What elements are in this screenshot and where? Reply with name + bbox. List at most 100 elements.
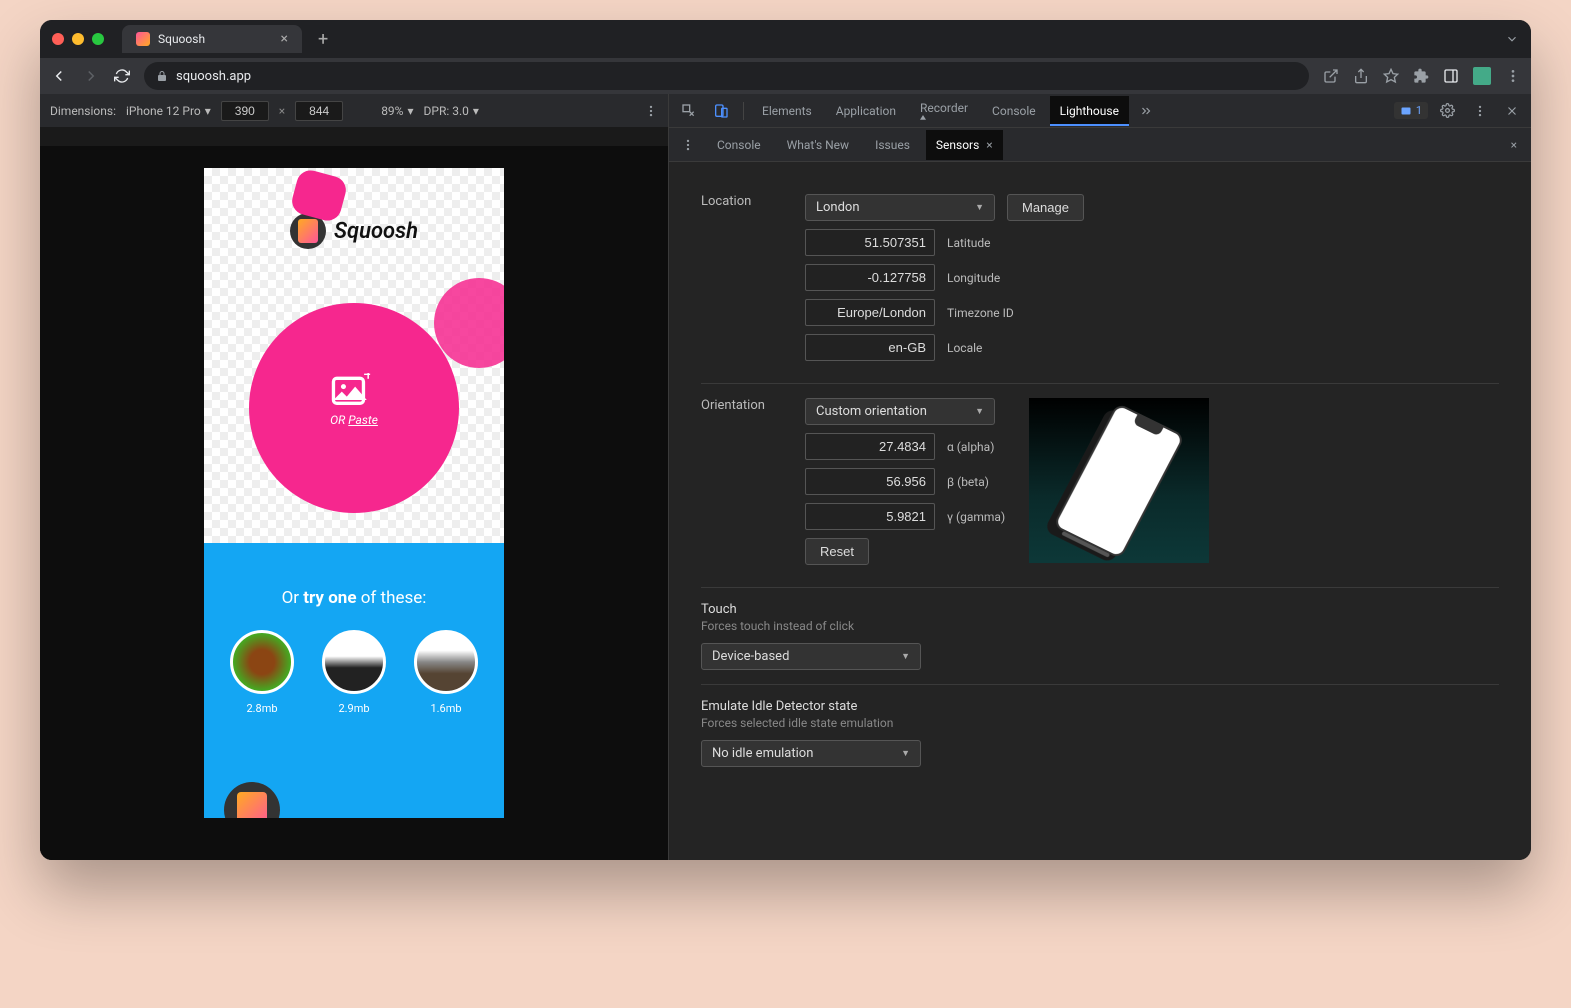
width-input[interactable] [221, 101, 269, 121]
close-devtools-icon[interactable] [1499, 100, 1525, 122]
latitude-label: Latitude [947, 236, 991, 250]
chevron-down-icon: ▼ [901, 748, 910, 759]
lock-icon [156, 70, 168, 82]
sample-size: 2.9mb [322, 702, 386, 715]
height-input[interactable] [295, 101, 343, 121]
idle-desc: Forces selected idle state emulation [701, 716, 1499, 730]
device-preview-panel: Dimensions: iPhone 12 Pro ▾ × 89% ▾ DPR:… [40, 94, 668, 860]
tab-lighthouse[interactable]: Lighthouse [1050, 96, 1129, 126]
chevron-down-icon: ▼ [901, 651, 910, 662]
dimensions-label: Dimensions: [50, 104, 116, 118]
menu-icon[interactable] [1505, 68, 1521, 84]
chevron-down-icon: ▼ [975, 406, 984, 417]
chevron-down-icon: ▾ [473, 104, 479, 118]
drawer-tabs: Console What's New Issues Sensors × × [669, 128, 1531, 162]
device-viewport: Squoosh + OR Paste [40, 128, 668, 860]
longitude-label: Longitude [947, 271, 1000, 285]
profile-avatar-icon[interactable] [1473, 67, 1491, 85]
device-frame[interactable]: Squoosh + OR Paste [204, 168, 504, 818]
orientation-select[interactable]: Custom orientation ▼ [805, 398, 995, 425]
settings-icon[interactable] [1434, 99, 1461, 122]
app-title: Squoosh [334, 219, 418, 244]
sample-thumbnail [414, 630, 478, 694]
browser-tab[interactable]: Squoosh × [122, 25, 302, 53]
alpha-input[interactable] [805, 433, 935, 460]
back-icon[interactable] [50, 67, 68, 85]
sample-thumbnail [322, 630, 386, 694]
image-upload-icon: + [330, 373, 378, 407]
beta-label: β (beta) [947, 475, 989, 489]
sensors-panel: Location London ▼ Manage Latitude Longit… [669, 162, 1531, 860]
url-text: squoosh.app [176, 69, 251, 84]
devtools-panel: Elements Application Recorder Console Li… [668, 94, 1531, 860]
device-mode-icon[interactable] [707, 99, 735, 123]
dpr-select[interactable]: DPR: 3.0 ▾ [424, 104, 479, 118]
reload-icon[interactable] [114, 68, 130, 84]
window-controls [52, 33, 104, 45]
manage-button[interactable]: Manage [1007, 194, 1084, 221]
share-icon[interactable] [1353, 68, 1369, 84]
favicon-icon [136, 32, 150, 46]
zoom-select[interactable]: 89% ▾ [381, 104, 413, 118]
gamma-label: γ (gamma) [947, 510, 1005, 524]
device-more-icon[interactable] [644, 104, 658, 118]
reset-button[interactable]: Reset [805, 538, 869, 565]
latitude-input[interactable] [805, 229, 935, 256]
beta-input[interactable] [805, 468, 935, 495]
chevron-down-icon: ▾ [407, 104, 413, 118]
close-tab-icon[interactable]: × [281, 31, 288, 47]
sample-image-1[interactable]: 2.8mb [230, 630, 294, 715]
location-select[interactable]: London ▼ [805, 194, 995, 221]
extensions-icon[interactable] [1413, 68, 1429, 84]
minimize-window-icon[interactable] [72, 33, 84, 45]
sample-image-3[interactable]: 1.6mb [414, 630, 478, 715]
drawer-whats-new[interactable]: What's New [777, 130, 859, 160]
url-bar[interactable]: squoosh.app [144, 62, 1309, 90]
gamma-input[interactable] [805, 503, 935, 530]
touch-title: Touch [701, 602, 1499, 617]
sample-image-4[interactable] [224, 782, 280, 818]
timezone-input[interactable] [805, 299, 935, 326]
side-panel-icon[interactable] [1443, 68, 1459, 84]
tab-recorder[interactable]: Recorder [910, 94, 978, 129]
drawer-sensors[interactable]: Sensors × [926, 130, 1003, 160]
drawer-menu-icon[interactable] [675, 134, 701, 156]
sample-image-2[interactable]: 2.9mb [322, 630, 386, 715]
drawer-issues[interactable]: Issues [865, 130, 920, 160]
open-external-icon[interactable] [1323, 68, 1339, 84]
close-window-icon[interactable] [52, 33, 64, 45]
locale-input[interactable] [805, 334, 935, 361]
devtools-tabs: Elements Application Recorder Console Li… [669, 94, 1531, 128]
inspect-element-icon[interactable] [675, 99, 703, 123]
close-drawer-tab-icon[interactable]: × [986, 138, 992, 152]
tab-strip: Squoosh × + [40, 20, 1531, 58]
tab-application[interactable]: Application [826, 96, 906, 126]
orientation-preview[interactable] [1029, 398, 1209, 563]
new-tab-icon[interactable]: + [318, 29, 328, 50]
touch-desc: Forces touch instead of click [701, 619, 1499, 633]
paste-hint[interactable]: OR Paste [330, 413, 378, 427]
drawer-console[interactable]: Console [707, 130, 771, 160]
longitude-input[interactable] [805, 264, 935, 291]
bookmark-icon[interactable] [1383, 68, 1399, 84]
issues-badge[interactable]: 1 [1394, 102, 1428, 119]
forward-icon[interactable] [82, 67, 100, 85]
more-tabs-icon[interactable] [1133, 100, 1159, 122]
tab-elements[interactable]: Elements [752, 96, 822, 126]
try-one-heading: Or try one of these: [204, 543, 504, 608]
idle-select[interactable]: No idle emulation ▼ [701, 740, 921, 767]
close-drawer-icon[interactable]: × [1503, 134, 1525, 156]
sample-size: 1.6mb [414, 702, 478, 715]
devtools-menu-icon[interactable] [1467, 100, 1493, 122]
maximize-window-icon[interactable] [92, 33, 104, 45]
device-select[interactable]: iPhone 12 Pro ▾ [126, 104, 211, 118]
orientation-label: Orientation [701, 398, 781, 573]
horizontal-ruler [40, 128, 668, 146]
tab-console[interactable]: Console [982, 96, 1046, 126]
idle-title: Emulate Idle Detector state [701, 699, 1499, 714]
touch-select[interactable]: Device-based ▼ [701, 643, 921, 670]
tab-title: Squoosh [158, 32, 205, 46]
chevron-down-icon: ▼ [975, 202, 984, 213]
sample-size: 2.8mb [230, 702, 294, 715]
expand-tabs-icon[interactable] [1505, 32, 1519, 46]
